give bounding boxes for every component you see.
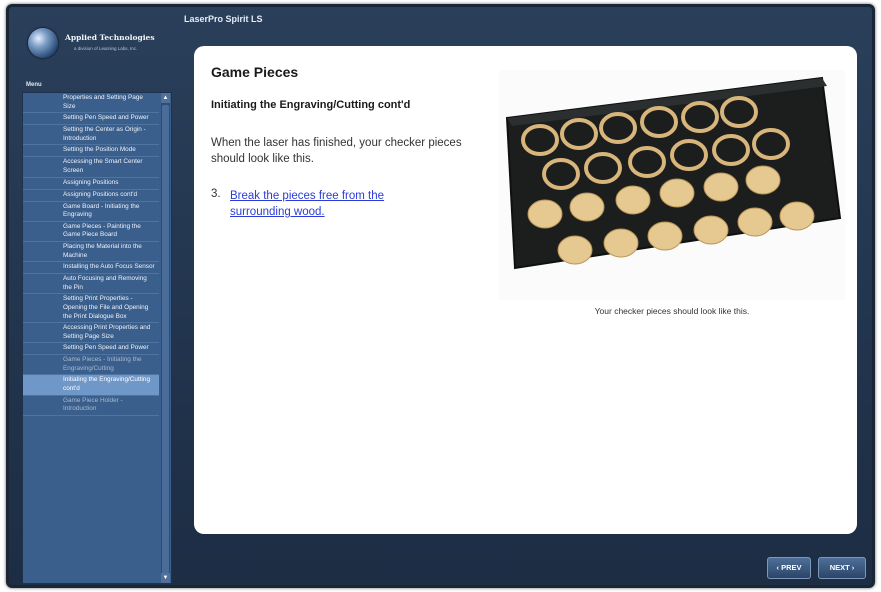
instruction-text: When the laser has finished, your checke… <box>211 137 462 165</box>
next-button[interactable]: NEXT › <box>818 557 866 579</box>
menu-item[interactable]: Assigning Positions cont'd <box>23 190 159 202</box>
image-caption: Your checker pieces should look like thi… <box>594 306 750 316</box>
menu-label: Menu <box>26 82 42 88</box>
menu-item[interactable]: Auto Focusing and Removing the Pin <box>23 274 159 295</box>
step-link[interactable]: Break the pieces free from the surroundi… <box>230 188 430 220</box>
page-subtitle: Initiating the Engraving/Cutting cont'd <box>211 99 411 111</box>
menu-item[interactable]: Game Board - Initiating the Engraving <box>23 202 159 222</box>
app-title: LaserPro Spirit LS <box>184 14 263 24</box>
scroll-thumb[interactable] <box>162 105 169 575</box>
prev-button[interactable]: ‹ PREV <box>767 557 811 579</box>
step-number: 3. <box>211 188 221 200</box>
brand-subtitle: a division of Learning Labs, Inc. <box>74 46 138 51</box>
menu-item-current[interactable]: Initiating the Engraving/Cutting cont'd <box>23 375 159 396</box>
sidebar-scrollbar[interactable]: ▲ ▼ <box>161 93 170 583</box>
globe-icon <box>28 28 58 58</box>
brand-name: Applied Technologies <box>65 33 155 42</box>
content-panel: Game Pieces Initiating the Engraving/Cut… <box>194 46 857 534</box>
checker-pieces-image <box>499 70 845 300</box>
menu-item[interactable]: Game Pieces - Initiating the Engraving/C… <box>23 355 159 376</box>
scroll-down-icon[interactable]: ▼ <box>161 573 170 583</box>
menu-item[interactable]: Setting Print Properties - Opening the F… <box>23 294 159 324</box>
menu-item[interactable]: Game Piece Holder - Introduction <box>23 396 159 416</box>
menu-list: Properties and Setting Page Size Setting… <box>23 93 159 416</box>
checker-board-illustration <box>505 76 842 270</box>
sidebar-menu: Properties and Setting Page Size Setting… <box>22 92 172 584</box>
menu-item[interactable]: Assigning Positions <box>23 178 159 190</box>
menu-item[interactable]: Installing the Auto Focus Sensor <box>23 262 159 275</box>
page-title: Game Pieces <box>211 64 299 80</box>
menu-item[interactable]: Setting Pen Speed and Power <box>23 343 159 356</box>
menu-item[interactable]: Properties and Setting Page Size <box>23 93 159 114</box>
menu-item[interactable]: Setting the Position Mode <box>23 145 159 158</box>
menu-item[interactable]: Accessing Print Properties and Setting P… <box>23 323 159 344</box>
menu-item[interactable]: Game Pieces - Painting the Game Piece Bo… <box>23 222 159 242</box>
menu-item[interactable]: Setting the Center as Origin - Introduct… <box>23 125 159 146</box>
brand-logo: Applied Technologies a division of Learn… <box>28 28 168 64</box>
menu-item[interactable]: Setting Pen Speed and Power <box>23 113 159 126</box>
menu-item[interactable]: Accessing the Smart Center Screen <box>23 157 159 178</box>
scroll-up-icon[interactable]: ▲ <box>161 93 170 103</box>
menu-item[interactable]: Placing the Material into the Machine <box>23 242 159 263</box>
